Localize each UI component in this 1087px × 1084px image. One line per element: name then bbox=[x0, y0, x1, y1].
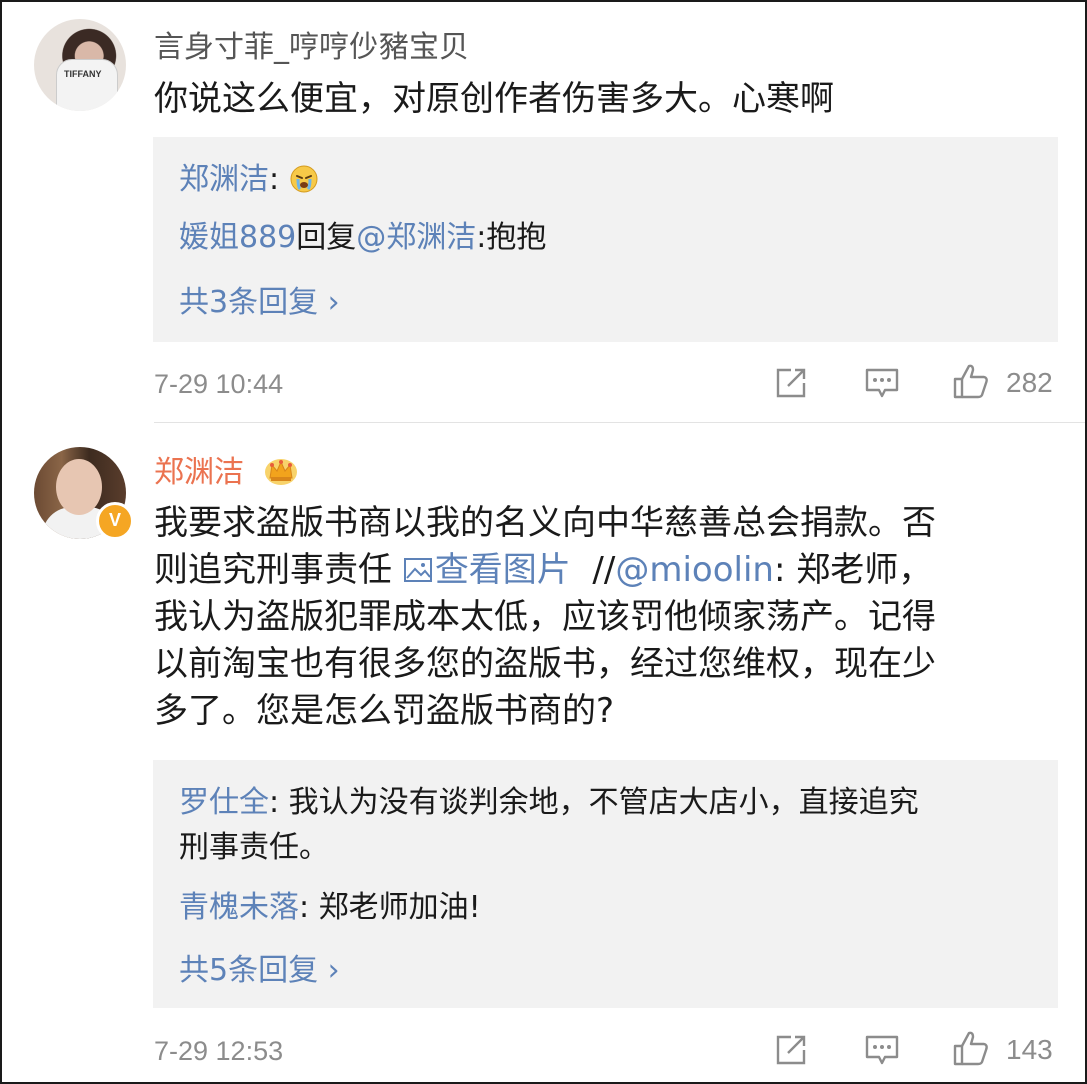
like-count: 143 bbox=[1006, 1034, 1053, 1065]
comment-line: 以前淘宝也有很多您的盗版书，经过您维权，现在少 bbox=[154, 644, 936, 684]
reply-text: 刑事责任。 bbox=[179, 830, 329, 865]
avatar-face bbox=[56, 459, 102, 515]
reply-separator: : bbox=[269, 162, 280, 197]
comment-timestamp: 7-29 10:44 bbox=[154, 369, 284, 399]
comment-text: 我要求盗版书商以我的名义向中华慈善总会捐款。否 则追究刑事责任 查看图片 //@… bbox=[154, 500, 1044, 735]
divider bbox=[154, 422, 1085, 423]
verified-badge: V bbox=[96, 502, 134, 540]
comment-line: 我要求盗版书商以我的名义向中华慈善总会捐款。否 bbox=[154, 503, 936, 543]
reply-author[interactable]: 罗仕全 bbox=[179, 785, 269, 820]
share-icon[interactable] bbox=[774, 1033, 808, 1067]
comment-icon[interactable] bbox=[864, 366, 900, 400]
avatar-shirt bbox=[56, 59, 118, 111]
reply-separator: : bbox=[269, 785, 289, 820]
reply-item: 罗仕全: 我认为没有谈判余地，不管店大店小，直接追究 刑事责任。 bbox=[179, 780, 1029, 870]
comment-timestamp: 7-29 12:53 bbox=[154, 1036, 284, 1066]
reply-item: 青槐未落: 郑老师加油! bbox=[179, 885, 1029, 930]
like-icon[interactable] bbox=[952, 1029, 990, 1067]
comment-username[interactable]: 郑渊洁 bbox=[154, 447, 298, 491]
comment-line: 我认为盗版犯罪成本太低，应该罚他倾家荡产。记得 bbox=[154, 597, 936, 637]
share-icon[interactable] bbox=[774, 366, 808, 400]
repost-separator: // bbox=[570, 550, 616, 590]
crown-icon bbox=[264, 456, 298, 486]
reply-preview-box[interactable]: 郑渊洁: 媛姐889回复@郑渊洁:抱抱 共3条回复 › bbox=[153, 137, 1058, 342]
view-image-label: 查看图片 bbox=[434, 550, 571, 590]
reply-preview-box[interactable]: 罗仕全: 我认为没有谈判余地，不管店大店小，直接追究 刑事责任。 青槐未落: 郑… bbox=[153, 760, 1058, 1008]
reply-mention[interactable]: @郑渊洁 bbox=[356, 220, 476, 255]
reply-item: 郑渊洁: bbox=[179, 157, 1029, 202]
comment-text: 你说这么便宜，对原创作者伤害多大。心寒啊 bbox=[154, 79, 834, 119]
username-text: 郑渊洁 bbox=[154, 455, 244, 490]
avatar-shirt-text: TIFFANY bbox=[64, 69, 102, 79]
reply-text: 抱抱 bbox=[486, 220, 547, 255]
reply-item: 媛姐889回复@郑渊洁:抱抱 bbox=[179, 215, 1029, 260]
reply-separator: : bbox=[476, 220, 487, 255]
comment-line: 多了。您是怎么罚盗版书商的? bbox=[154, 691, 615, 731]
view-more-replies-link[interactable]: 共3条回复 › bbox=[179, 277, 340, 321]
like-count: 282 bbox=[1006, 367, 1053, 398]
crying-face-icon bbox=[289, 164, 319, 194]
reply-text: 我认为没有谈判余地，不管店大店小，直接追究 bbox=[288, 785, 919, 820]
comment-icon[interactable] bbox=[864, 1033, 900, 1067]
avatar[interactable]: TIFFANY bbox=[34, 19, 126, 111]
comment-username[interactable]: 言身寸菲_哼哼仯豬宝贝 bbox=[154, 22, 469, 66]
reply-separator: : bbox=[299, 890, 319, 925]
image-icon bbox=[403, 556, 433, 584]
comment-line: 则追究刑事责任 查看图片 //@mioolin: 郑老师， bbox=[154, 547, 1044, 594]
reply-author[interactable]: 青槐未落 bbox=[179, 890, 299, 925]
comment-line-text: : 郑老师， bbox=[773, 550, 933, 590]
reply-verb: 回复 bbox=[296, 220, 357, 255]
mention-link[interactable]: @mioolin bbox=[615, 550, 774, 590]
comment-list: TIFFANY 言身寸菲_哼哼仯豬宝贝 你说这么便宜，对原创作者伤害多大。心寒啊… bbox=[0, 0, 1087, 1084]
like-icon[interactable] bbox=[952, 362, 990, 400]
comment-line-text: 则追究刑事责任 bbox=[154, 550, 403, 590]
view-image-link[interactable]: 查看图片 bbox=[403, 550, 571, 590]
reply-author[interactable]: 媛姐889 bbox=[179, 220, 296, 255]
view-more-replies-link[interactable]: 共5条回复 › bbox=[179, 945, 340, 989]
reply-author[interactable]: 郑渊洁 bbox=[179, 162, 269, 197]
reply-text: 郑老师加油! bbox=[318, 890, 481, 925]
